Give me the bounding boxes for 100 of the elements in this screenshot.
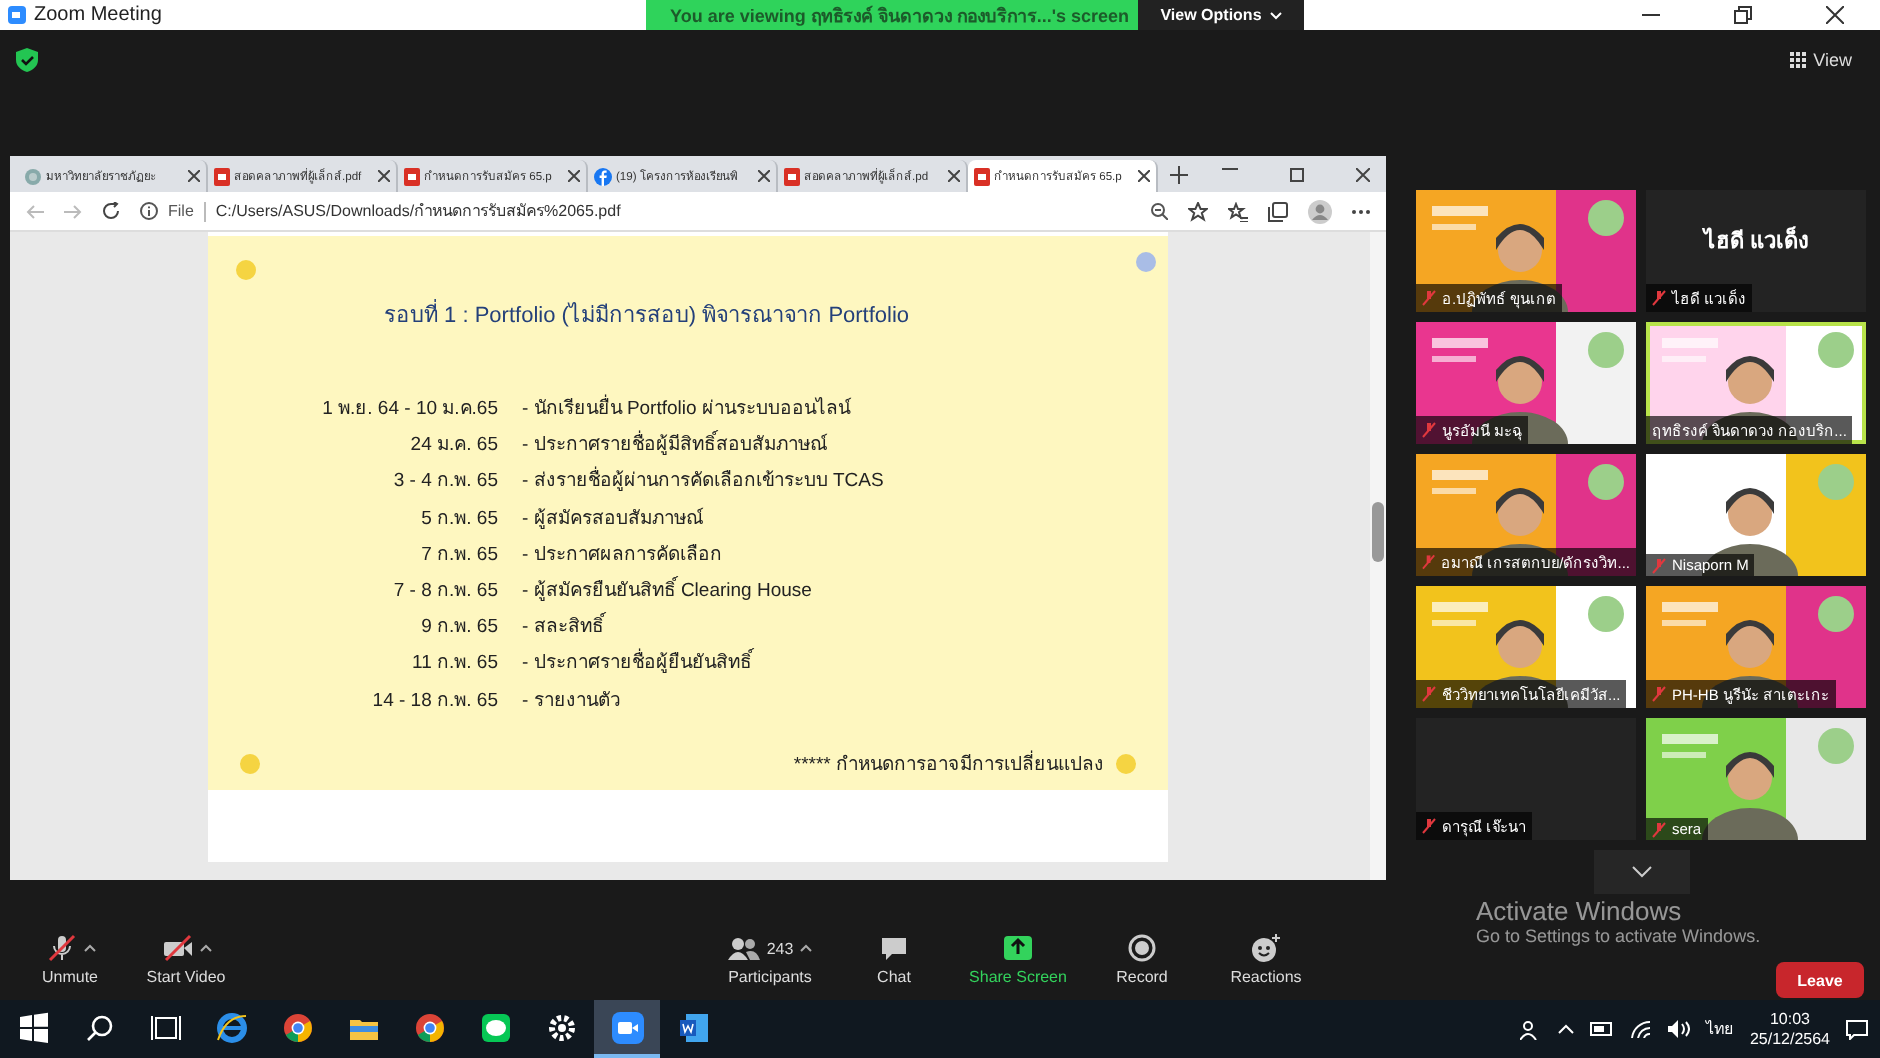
settings-icon (545, 1011, 577, 1043)
muted-camera-icon (161, 934, 193, 962)
toolbar-button[interactable]: Reactions (1216, 934, 1316, 986)
globe-icon (24, 167, 42, 185)
chat-icon (878, 934, 910, 962)
muted-mic-icon (1422, 554, 1436, 570)
toolbar-button[interactable]: Unmute (20, 934, 120, 986)
chrome-icon (413, 1011, 445, 1043)
url-text: C:/Users/ASUS/Downloads/กำหนดการรับสมัคร%2065.pdf (215, 200, 621, 224)
muted-mic-icon (45, 934, 77, 962)
favorites-icon[interactable] (1228, 201, 1248, 221)
view-button[interactable]: View (1777, 48, 1864, 72)
pdf-icon (214, 167, 230, 185)
muted-mic-icon (1422, 290, 1436, 306)
dot-icon (240, 754, 260, 774)
toolbar-button[interactable]: 243 Participants (720, 934, 820, 986)
muted-mic-icon (1652, 821, 1666, 837)
avatar-icon[interactable] (1308, 199, 1332, 223)
record-icon (1126, 934, 1158, 962)
schedule-activity: - ผู้สมัครยืนยันสิทธิ์ Clearing House (522, 574, 814, 604)
caret-icon[interactable] (83, 944, 95, 952)
file-scheme-label: File (168, 202, 194, 220)
chat-bubble-app-icon (479, 1011, 511, 1043)
close-icon[interactable] (378, 170, 390, 182)
browser-e-icon (215, 1011, 247, 1043)
muted-mic-icon (1422, 422, 1436, 438)
activation-title: Activate Windows (1476, 896, 1684, 926)
notification-icon[interactable] (1846, 1019, 1868, 1039)
toolbar-button[interactable]: Share Screen (968, 934, 1068, 986)
language-indicator[interactable]: ไทย (1705, 1016, 1734, 1042)
dot-icon (1116, 754, 1136, 774)
zoom-out-icon[interactable] (1150, 202, 1168, 220)
pdf-icon (784, 167, 800, 185)
document-app-icon (677, 1011, 709, 1043)
schedule-date: 7 ก.พ. 65 (419, 541, 498, 568)
windows-icon (17, 1011, 49, 1043)
schedule-date: 14 - 18 ก.พ. 65 (370, 687, 498, 713)
schedule-activity: - นักเรียนยื่น Portfolio ผ่านระบบออนไลน์ (522, 392, 853, 422)
close-icon[interactable] (948, 170, 960, 182)
wifi-icon[interactable] (1629, 1020, 1652, 1038)
caret-icon (1269, 11, 1282, 19)
grid-icon (1789, 52, 1806, 68)
chrome-icon (281, 1011, 313, 1043)
chevron-up-icon[interactable] (1557, 1024, 1574, 1034)
schedule-date: 5 ก.พ. 65 (419, 505, 498, 532)
schedule-activity: - สละสิทธิ์ (522, 610, 608, 641)
schedule-activity: - ประกาศรายชื่อผู้ยืนยันสิทธิ์ (522, 646, 756, 677)
toolbar-button[interactable]: Start Video (136, 934, 236, 986)
screen-share-banner: You are viewing ฤทธิรงค์ จินดาดวง กองบริการ...'s screen (646, 0, 1138, 30)
search-icon (83, 1011, 115, 1043)
schedule-date: 3 - 4 ก.พ. 65 (391, 468, 498, 495)
clock[interactable]: 10:03 25/12/2564 (1749, 1009, 1830, 1049)
window-title: Zoom Meeting (34, 4, 162, 26)
schedule-note: ***** กำหนดการอาจมีการเปลี่ยนแปลง (793, 748, 1104, 777)
schedule-date: 24 ม.ค. 65 (408, 432, 498, 459)
new-tab-icon[interactable] (1170, 166, 1188, 184)
address-bar[interactable]: File C:/Users/ASUS/Downloads/กำหนดการรับสมัคร%2065.pdf (140, 198, 1130, 224)
schedule-date: 11 ก.พ. 65 (410, 650, 498, 677)
pdf-icon (974, 167, 990, 185)
leave-button[interactable]: Leave (1776, 962, 1864, 998)
close-icon[interactable] (188, 170, 200, 182)
video-camera-app-icon (611, 1011, 643, 1043)
reload-icon[interactable] (102, 202, 120, 220)
close-icon[interactable] (568, 170, 580, 182)
restore-icon[interactable] (1290, 168, 1304, 182)
task-view-icon (149, 1011, 181, 1043)
toolbar-button[interactable]: Record (1092, 934, 1192, 986)
muted-mic-icon (1652, 686, 1666, 702)
collections-icon[interactable] (1268, 201, 1288, 221)
restore-icon (1733, 6, 1751, 24)
close-icon[interactable] (1356, 168, 1370, 182)
scrollbar[interactable] (1370, 232, 1386, 880)
shield-icon[interactable] (16, 48, 38, 72)
pdf-icon (404, 167, 420, 185)
close-icon[interactable] (1138, 170, 1150, 182)
info-icon (140, 202, 158, 220)
star-icon[interactable] (1188, 201, 1208, 221)
close-icon[interactable] (758, 170, 770, 182)
muted-mic-icon (1422, 818, 1436, 834)
people-icon[interactable] (1519, 1019, 1542, 1039)
close-icon (1825, 6, 1843, 24)
toolbar-button[interactable]: Chat (844, 934, 944, 986)
participant-count: 243 (766, 939, 794, 957)
video-camera-app-icon (8, 6, 26, 24)
caret-icon[interactable] (799, 944, 812, 952)
minimize-icon (1641, 14, 1659, 16)
facebook-icon (594, 167, 612, 185)
schedule-activity: - ประกาศรายชื่อผู้มีสิทธิ์สอบสัมภาษณ์ (522, 428, 830, 459)
smiley-icon (1250, 934, 1282, 962)
dot-icon (1136, 252, 1156, 272)
share-screen-icon (1002, 934, 1034, 962)
battery-icon[interactable] (1589, 1022, 1614, 1036)
view-options-button[interactable]: View Options (1138, 0, 1304, 30)
speaker-icon[interactable] (1667, 1020, 1690, 1038)
dot-icon (236, 260, 256, 280)
taskbar-app[interactable] (594, 1000, 660, 1058)
schedule-activity: - ประกาศผลการคัดเลือก (522, 541, 724, 568)
caret-icon[interactable] (199, 944, 211, 952)
participant-display-name: ไฮดี แวเด็ง (1703, 224, 1809, 257)
schedule-date: 1 พ.ย. 64 - 10 ม.ค.65 (320, 396, 498, 422)
